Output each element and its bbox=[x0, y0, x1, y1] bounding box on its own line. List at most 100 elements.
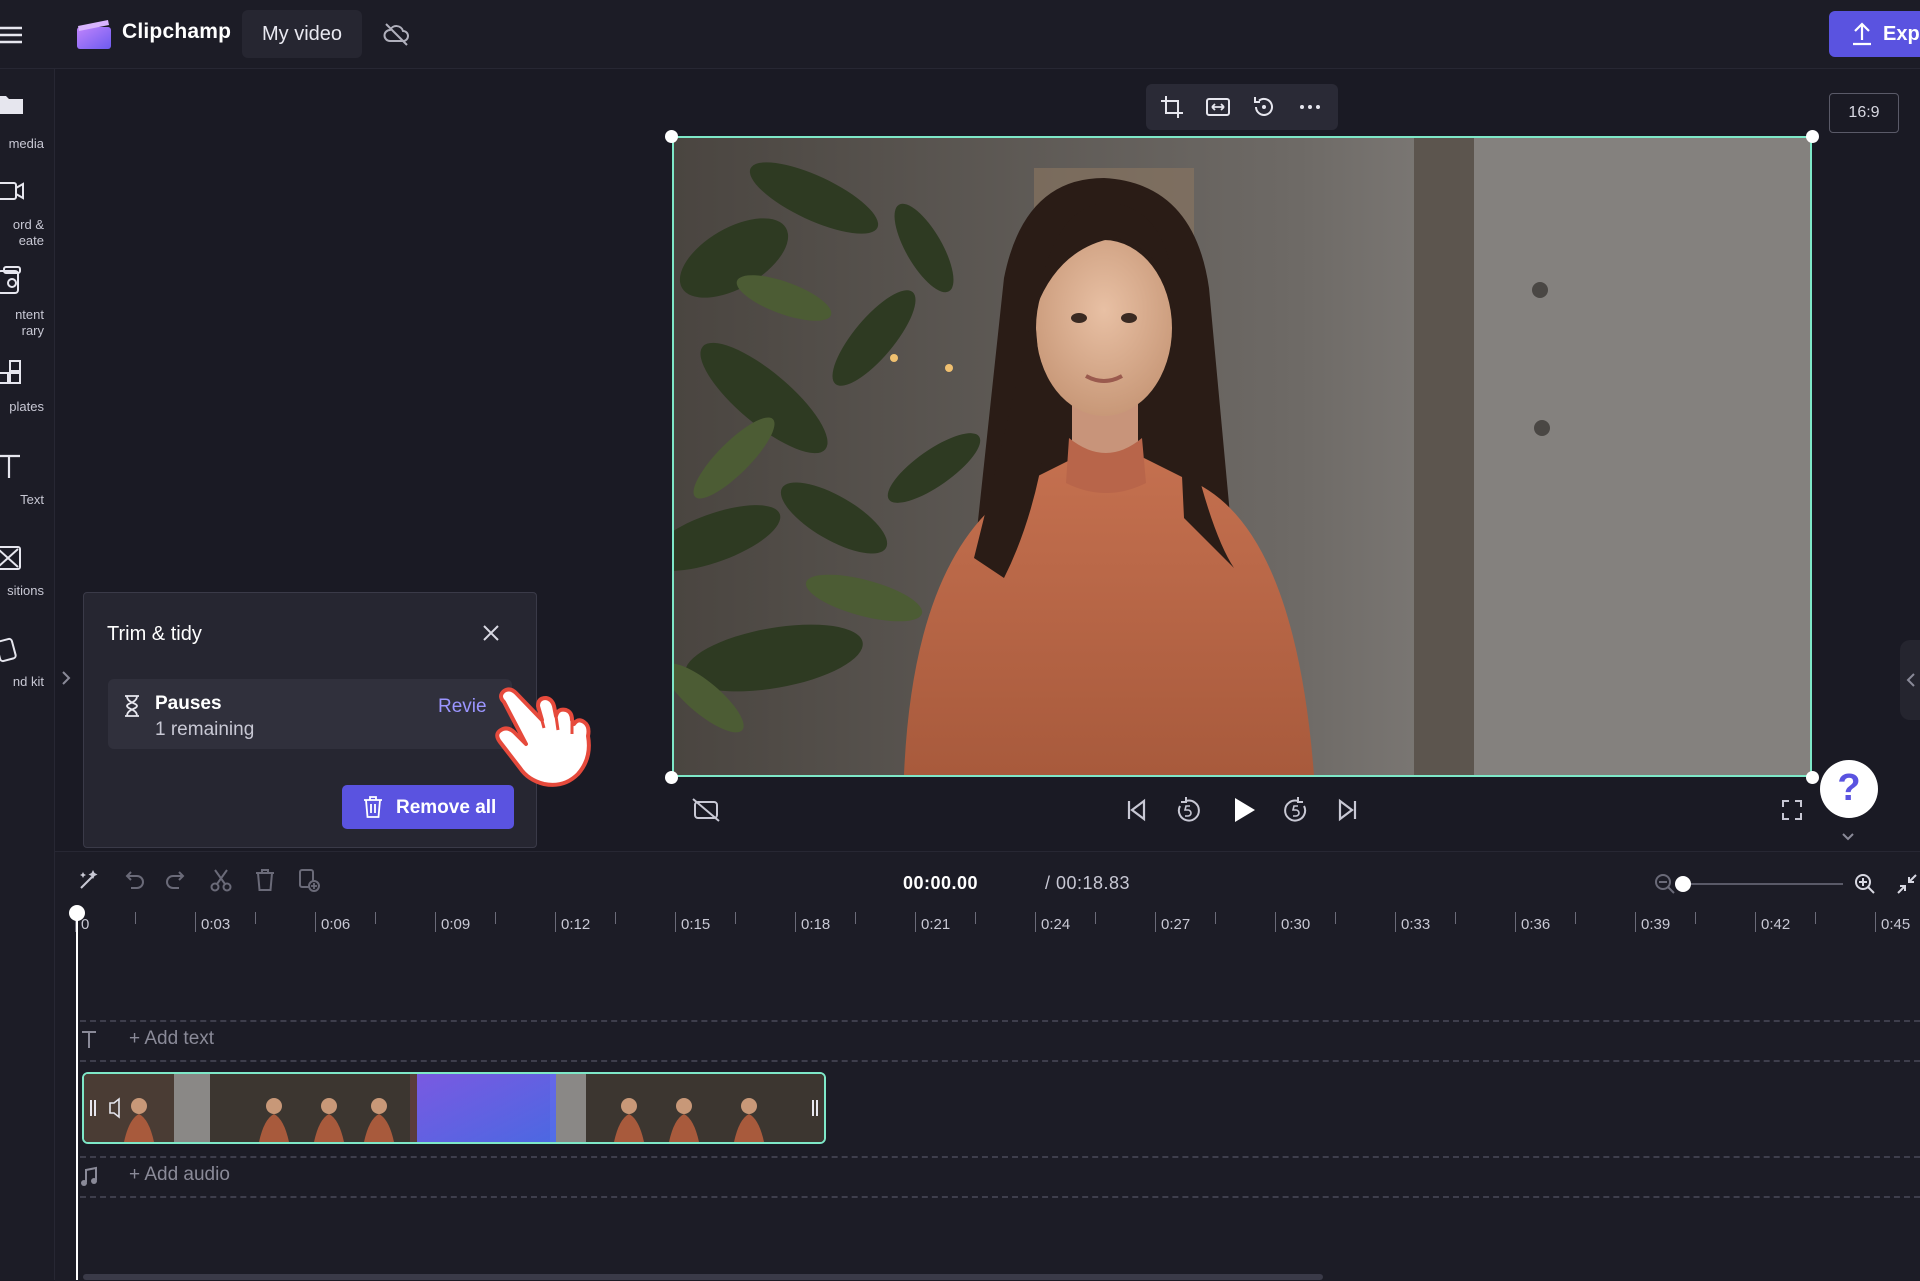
sidebar-item-label: sitions bbox=[7, 583, 44, 598]
forward-5-seconds-icon[interactable] bbox=[1276, 790, 1316, 830]
ruler-tick bbox=[1635, 912, 1636, 932]
ruler-tick-minor bbox=[735, 912, 736, 924]
skip-to-start-icon[interactable] bbox=[1116, 790, 1156, 830]
play-icon[interactable] bbox=[1222, 790, 1262, 830]
ruler-tick-minor bbox=[495, 912, 496, 924]
sidebar-item-content-library[interactable]: ntent rary bbox=[0, 265, 54, 345]
pauses-item: Pauses 1 remaining Revie bbox=[108, 679, 512, 749]
ruler-tick bbox=[1515, 912, 1516, 932]
collapse-timeline-icon[interactable] bbox=[1895, 872, 1919, 896]
ruler-label: 0:33 bbox=[1401, 916, 1431, 933]
resize-handle-bottom-left[interactable] bbox=[665, 771, 678, 784]
video-preview[interactable] bbox=[672, 136, 1812, 777]
ruler-label: 0:27 bbox=[1161, 916, 1191, 933]
zoom-out-icon[interactable] bbox=[1653, 872, 1677, 896]
sidebar-item-label: plates bbox=[9, 399, 44, 414]
pauses-title: Pauses bbox=[155, 693, 222, 714]
timeline-panel: 00:00.00 / 00:18.83 0 0:03 0:06 0:09 0:12 0:1… bbox=[55, 851, 1920, 1281]
captions-off-icon[interactable] bbox=[686, 790, 726, 830]
clip-thumbnails bbox=[84, 1074, 824, 1142]
ruler-tick-minor bbox=[375, 912, 376, 924]
zoom-track[interactable] bbox=[1683, 883, 1843, 885]
magic-wand-icon[interactable] bbox=[75, 866, 103, 894]
sidebar-item-record-create[interactable]: ord & eate bbox=[0, 175, 54, 255]
undo-icon[interactable] bbox=[119, 866, 147, 894]
fit-icon[interactable] bbox=[1204, 93, 1232, 121]
music-note-icon bbox=[80, 1166, 98, 1188]
review-link[interactable]: Revie bbox=[438, 696, 487, 718]
crop-icon[interactable] bbox=[1158, 93, 1186, 121]
cloud-off-icon[interactable] bbox=[383, 21, 411, 47]
video-clip[interactable] bbox=[82, 1072, 826, 1144]
ruler-label: 0:36 bbox=[1521, 916, 1551, 933]
pointer-hand-icon bbox=[494, 684, 606, 790]
close-icon[interactable] bbox=[480, 622, 502, 644]
ruler-tick-minor bbox=[1575, 912, 1576, 924]
trim-and-tidy-panel: Trim & tidy Pauses 1 remaining Revie Rem… bbox=[83, 592, 537, 848]
top-bar: Clipchamp My video Export bbox=[0, 0, 1920, 69]
zoom-controls bbox=[1653, 872, 1920, 896]
right-panel-toggle[interactable] bbox=[1900, 640, 1920, 720]
ruler-tick bbox=[1155, 912, 1156, 932]
sidebar-item-brand-kit[interactable]: nd kit bbox=[0, 634, 54, 714]
skip-to-end-icon[interactable] bbox=[1328, 790, 1368, 830]
export-button[interactable]: Export bbox=[1829, 11, 1920, 57]
split-scissors-icon[interactable] bbox=[207, 866, 235, 894]
duplicate-icon[interactable] bbox=[295, 866, 323, 894]
remove-all-button[interactable]: Remove all bbox=[342, 785, 514, 829]
app-name: Clipchamp bbox=[122, 20, 232, 43]
resize-handle-top-right[interactable] bbox=[1806, 130, 1819, 143]
rewind-5-seconds-icon[interactable] bbox=[1168, 790, 1208, 830]
folder-icon bbox=[0, 90, 30, 120]
rotate-icon[interactable] bbox=[1250, 93, 1278, 121]
sidebar-item-media[interactable]: media bbox=[0, 90, 54, 160]
text-icon bbox=[0, 452, 30, 482]
project-name-field[interactable]: My video bbox=[242, 10, 363, 58]
templates-icon bbox=[0, 359, 30, 389]
redo-icon[interactable] bbox=[163, 866, 191, 894]
chevron-right-icon[interactable] bbox=[60, 668, 72, 688]
ruler-tick-minor bbox=[615, 912, 616, 924]
playhead[interactable] bbox=[76, 912, 78, 1280]
timeline-scrollbar[interactable] bbox=[83, 1274, 1323, 1280]
ruler-tick bbox=[1875, 912, 1876, 932]
ruler-tick bbox=[1275, 912, 1276, 932]
zoom-thumb[interactable] bbox=[1675, 876, 1691, 892]
clipchamp-logo-icon bbox=[76, 18, 112, 50]
fullscreen-icon[interactable] bbox=[1772, 790, 1812, 830]
trash-icon bbox=[362, 795, 384, 819]
ruler-label: 0:21 bbox=[921, 916, 951, 933]
resize-handle-bottom-right[interactable] bbox=[1806, 771, 1819, 784]
ruler-tick bbox=[1395, 912, 1396, 932]
ruler-tick-minor bbox=[975, 912, 976, 924]
ruler-tick bbox=[435, 912, 436, 932]
ruler-label: 0:06 bbox=[321, 916, 351, 933]
pauses-remaining: 1 remaining bbox=[155, 719, 255, 740]
video-camera-icon bbox=[0, 175, 30, 205]
resize-handle-top-left[interactable] bbox=[665, 130, 678, 143]
ruler-label: 0:39 bbox=[1641, 916, 1671, 933]
ruler-label: 0:18 bbox=[801, 916, 831, 933]
zoom-in-icon[interactable] bbox=[1853, 872, 1877, 896]
chevron-down-icon[interactable] bbox=[1838, 830, 1858, 844]
add-text-button[interactable]: + Add text bbox=[129, 1028, 214, 1050]
hamburger-menu-icon[interactable] bbox=[0, 22, 26, 48]
ruler-tick bbox=[1035, 912, 1036, 932]
export-label: Export bbox=[1883, 23, 1920, 45]
remove-all-label: Remove all bbox=[396, 797, 497, 818]
ruler-label: 0:03 bbox=[201, 916, 231, 933]
sidebar-item-label: ord & eate bbox=[12, 217, 44, 248]
delete-icon[interactable] bbox=[251, 866, 279, 894]
add-audio-button[interactable]: + Add audio bbox=[129, 1164, 230, 1186]
sidebar-item-templates[interactable]: plates bbox=[0, 359, 54, 439]
more-options-icon[interactable] bbox=[1296, 93, 1324, 121]
panel-title: Trim & tidy bbox=[107, 623, 202, 645]
ruler-tick bbox=[675, 912, 676, 932]
sidebar-item-text[interactable]: Text bbox=[0, 452, 54, 532]
ruler-tick-minor bbox=[1695, 912, 1696, 924]
aspect-ratio-button[interactable]: 16:9 bbox=[1829, 93, 1899, 133]
ruler-label: 0:09 bbox=[441, 916, 471, 933]
ruler-label: 0:45 bbox=[1881, 916, 1911, 933]
sidebar-item-transitions[interactable]: sitions bbox=[0, 543, 54, 623]
timeline-ruler[interactable]: 0 0:03 0:06 0:09 0:12 0:15 0:18 0:21 0:24 0:27 0:3… bbox=[75, 912, 1920, 946]
